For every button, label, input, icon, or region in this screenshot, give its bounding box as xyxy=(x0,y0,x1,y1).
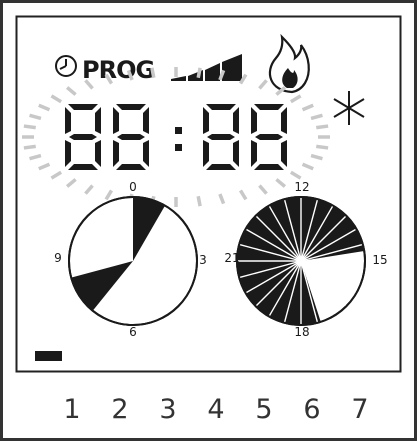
time-colon xyxy=(175,127,182,151)
halo-tick xyxy=(38,103,51,112)
digit-segment xyxy=(233,107,239,134)
halo-tick xyxy=(238,189,248,201)
program-dial-am xyxy=(68,196,198,326)
dial-am-label-9: 9 xyxy=(54,251,62,265)
digit-segment xyxy=(65,140,71,167)
halo-tick xyxy=(289,94,302,104)
dial-am-label-6: 6 xyxy=(129,325,137,339)
digit-segment xyxy=(251,107,257,134)
digit-segment xyxy=(233,140,239,167)
digit-segment xyxy=(281,107,287,134)
digit-segment xyxy=(254,104,284,110)
halo-tick xyxy=(104,189,114,201)
program-dial-pm xyxy=(236,196,366,326)
halo-tick xyxy=(316,144,329,150)
day-label-1: 1 xyxy=(63,394,80,425)
day-label-5: 5 xyxy=(255,394,272,425)
dial-am-label-3: 3 xyxy=(199,253,207,267)
halo-tick xyxy=(310,153,323,161)
signal-strength-icon xyxy=(171,54,242,81)
digit-segment xyxy=(203,140,209,167)
halo-tick xyxy=(29,153,42,161)
digit-segment xyxy=(95,140,101,167)
digit-segment xyxy=(206,104,236,110)
halo-tick xyxy=(150,67,156,79)
day-label-3: 3 xyxy=(159,394,176,425)
digit-segment xyxy=(68,104,98,110)
dial-pm-label-12: 12 xyxy=(294,180,309,194)
time-digit-4 xyxy=(251,104,287,170)
digit-segment xyxy=(206,164,236,170)
time-digit-2 xyxy=(113,104,149,170)
digit-segment xyxy=(255,134,283,140)
halo-tick xyxy=(301,103,314,112)
digit-segment xyxy=(68,164,98,170)
digit-segment xyxy=(143,140,149,167)
digit-segment xyxy=(113,140,119,167)
halo-tick xyxy=(196,195,202,207)
halo-tick xyxy=(258,184,268,195)
battery-icon xyxy=(35,351,62,361)
digit-segment xyxy=(254,164,284,170)
prog-label: PROG xyxy=(82,56,154,84)
halo-tick xyxy=(301,162,314,171)
halo-tick xyxy=(65,86,77,96)
halo-tick xyxy=(196,67,202,79)
day-label-2: 2 xyxy=(111,394,128,425)
halo-tick xyxy=(23,144,36,150)
snowflake-icon xyxy=(333,91,365,125)
halo-tick xyxy=(289,170,302,180)
dial-pm-label-15: 15 xyxy=(372,253,387,267)
halo-tick xyxy=(29,113,42,121)
time-digit-3 xyxy=(203,104,239,170)
digit-segment xyxy=(203,107,209,134)
digit-segment xyxy=(143,107,149,134)
time-digit-1 xyxy=(65,104,101,170)
halo-tick xyxy=(65,178,77,188)
halo-tick xyxy=(218,193,226,205)
digit-segment xyxy=(251,140,257,167)
day-label-4: 4 xyxy=(207,394,224,425)
digit-segment xyxy=(65,107,71,134)
digit-segment xyxy=(113,107,119,134)
halo-tick xyxy=(38,162,51,171)
digit-segment xyxy=(117,134,145,140)
halo-tick xyxy=(84,184,94,195)
day-label-7: 7 xyxy=(351,394,368,425)
digit-segment xyxy=(95,107,101,134)
digit-segment xyxy=(207,134,235,140)
halo-tick xyxy=(275,178,287,188)
digit-segment xyxy=(281,140,287,167)
halo-tick xyxy=(258,79,268,90)
dial-hub xyxy=(297,257,305,265)
halo-tick xyxy=(316,124,329,130)
dial-am-label-0: 0 xyxy=(129,180,137,194)
digit-segment xyxy=(116,104,146,110)
halo-tick xyxy=(50,170,63,180)
day-label-6: 6 xyxy=(303,394,320,425)
thermostat-lcd-diagram: PROG 0 3 6 9 12 15 18 21 1 2 3 4 5 6 7 xyxy=(0,0,417,441)
halo-tick xyxy=(310,113,323,121)
digit-segment xyxy=(69,134,97,140)
halo-tick xyxy=(23,124,36,130)
clock-icon xyxy=(55,55,77,77)
halo-tick xyxy=(50,94,63,104)
dial-pm-label-18: 18 xyxy=(294,325,309,339)
digit-segment xyxy=(116,164,146,170)
dial-pm-label-21: 21 xyxy=(224,251,239,265)
time-display-halo xyxy=(22,67,330,207)
flame-icon xyxy=(268,33,310,94)
